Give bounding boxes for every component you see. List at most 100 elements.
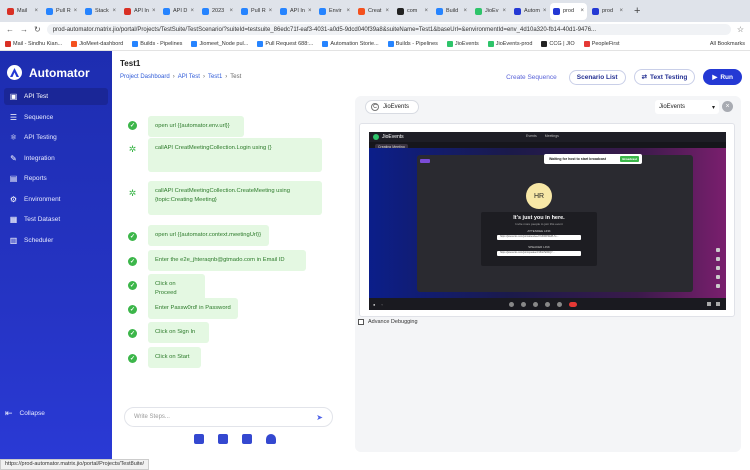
collapse-button[interactable]: ⇤ Collapse — [5, 408, 45, 419]
breadcrumb-api-test[interactable]: API Test — [178, 74, 200, 80]
browser-tab[interactable]: 2023 × — [199, 3, 236, 20]
sidebar-item-sequence[interactable]: ☰ Sequence — [4, 109, 108, 126]
bookmark-item[interactable]: Mail - Sindhu Kian... — [5, 40, 62, 47]
browser-tab[interactable]: API D × — [160, 3, 197, 20]
preview-tab[interactable]: C JioEvents — [365, 100, 419, 114]
bookmark-item[interactable]: JioEvents-prod — [487, 40, 532, 47]
meeting-control-bar: ● ◦ — [369, 298, 726, 310]
bookmark-item[interactable]: CCG | JIO — [541, 40, 575, 47]
advance-debugging-toggle[interactable]: Advance Debugging — [358, 319, 418, 325]
gallery-icon[interactable] — [218, 434, 228, 444]
browser-tab[interactable]: API In × — [121, 3, 158, 20]
run-button[interactable]: ▶ Run — [703, 69, 742, 85]
close-tab-icon[interactable]: × — [112, 8, 116, 14]
bookmark-favicon-icon — [5, 40, 11, 47]
new-tab-button[interactable]: + — [634, 5, 640, 17]
breadcrumb-test1[interactable]: Test1 — [208, 74, 222, 80]
bookmark-favicon-icon — [583, 40, 590, 47]
star-icon[interactable]: ☆ — [737, 25, 744, 34]
browser-tab[interactable]: Pull R × — [238, 3, 275, 20]
forward-icon[interactable]: → — [20, 25, 28, 34]
browser-tab[interactable]: prod × — [589, 3, 626, 20]
close-tab-icon[interactable]: × — [229, 8, 233, 14]
sidebar-item-integration[interactable]: ✎ Integration — [4, 150, 108, 167]
sidebar-item-reports[interactable]: ▤ Reports — [4, 170, 108, 187]
write-steps-input[interactable]: Write Steps... ➤ — [124, 407, 333, 427]
browser-tab[interactable]: Pull R × — [43, 3, 80, 20]
sidebar-item-scheduler[interactable]: ▥ Scheduler — [4, 232, 108, 249]
browser-tab[interactable]: Stack × — [82, 3, 119, 20]
send-icon[interactable]: ➤ — [316, 413, 323, 422]
close-tab-icon[interactable]: × — [580, 8, 584, 14]
environment-select[interactable]: JioEvents ▾ — [655, 100, 719, 114]
browser-tab[interactable]: Creat × — [355, 3, 392, 20]
close-tab-icon[interactable]: × — [152, 8, 156, 14]
sidebar-item-test-dataset[interactable]: ▦ Test Dataset — [4, 211, 108, 228]
image-icon[interactable] — [194, 434, 204, 444]
step-item[interactable]: Enter Passw0rd! in Password — [148, 298, 238, 319]
breadcrumb-project-dashboard[interactable]: Project Dashboard — [120, 74, 170, 80]
bookmark-item[interactable]: Automation Storie... — [322, 40, 379, 47]
sidebar-item-api-test[interactable]: ▣ API Test — [4, 88, 108, 105]
bookmark-item[interactable]: Jiomeet_Node pul... — [191, 40, 248, 47]
step-item[interactable]: open url {{automator.context.meetingUrl}… — [148, 225, 269, 246]
side-control-icon — [716, 275, 720, 279]
bookmark-item[interactable]: Pull Request 688:... — [257, 40, 313, 47]
scenario-list-button[interactable]: Scenario List — [568, 69, 626, 85]
all-bookmarks[interactable]: All Bookmarks — [710, 41, 745, 47]
browser-tab-label: Build — [446, 8, 459, 14]
close-tab-icon[interactable]: × — [385, 8, 389, 14]
close-tab-icon[interactable]: × — [619, 8, 623, 14]
app-logo[interactable]: Automator — [7, 65, 90, 80]
waiting-notice-text: Waiting for host to start broadcast — [549, 157, 607, 161]
close-tab-icon[interactable]: × — [463, 8, 467, 14]
browser-tab[interactable]: API In × — [277, 3, 314, 20]
browser-tab[interactable]: Envir × — [316, 3, 353, 20]
browser-tab[interactable]: Autom × — [511, 3, 548, 20]
step-item[interactable]: callAPI CreatMeetingCollection.Login usi… — [148, 138, 322, 172]
browser-tab-label: Envir — [329, 8, 342, 14]
document-icon[interactable] — [242, 434, 252, 444]
close-tab-icon[interactable]: × — [346, 8, 350, 14]
browser-tab[interactable]: Build × — [433, 3, 470, 20]
side-control-icon — [716, 257, 720, 261]
create-sequence-button[interactable]: Create Sequence — [502, 71, 561, 84]
bookmark-item[interactable]: JioEvents — [446, 40, 479, 47]
favicon-icon — [85, 7, 92, 15]
step-item[interactable]: open url {{automator.env.url}} — [148, 116, 244, 137]
bookmark-item[interactable]: Builds - Pipelines — [387, 40, 438, 47]
check-icon: ✓ — [128, 257, 137, 266]
close-tab-icon[interactable]: × — [543, 8, 547, 14]
close-icon[interactable]: × — [722, 101, 733, 112]
sidebar-item-api-testing[interactable]: ⚛ API Testing — [4, 129, 108, 146]
browser-tab[interactable]: prod × — [550, 2, 587, 20]
url-field[interactable]: prod-automator.matrix.jio/portal/Project… — [46, 24, 731, 35]
step-item[interactable]: callAPI CreatMeetingCollection.CreateMee… — [148, 181, 322, 215]
step-item[interactable]: Click on Start — [148, 347, 201, 368]
back-icon[interactable]: ← — [6, 25, 14, 34]
close-tab-icon[interactable]: × — [269, 8, 273, 14]
browser-tab[interactable]: com × — [394, 3, 431, 20]
bookmark-favicon-icon — [322, 40, 329, 47]
sidebar-item-environment[interactable]: ⚙ Environment — [4, 191, 108, 208]
close-tab-icon[interactable]: × — [502, 8, 506, 14]
bookmark-item[interactable]: Builds - Pipelines — [132, 40, 182, 47]
cloud-icon[interactable] — [266, 434, 276, 444]
close-tab-icon[interactable]: × — [74, 8, 78, 14]
text-testing-button[interactable]: ⇄ Text Testing — [633, 69, 696, 85]
close-tab-icon[interactable]: × — [424, 8, 428, 14]
advance-debugging-checkbox[interactable] — [358, 319, 364, 325]
browser-tab[interactable]: JioEv × — [472, 3, 509, 20]
close-tab-icon[interactable]: × — [190, 8, 194, 14]
reload-icon[interactable]: ↻ — [34, 25, 41, 34]
step-item[interactable]: Enter the e2e_jhteraqnb@gtmado.com in Em… — [148, 250, 306, 271]
bookmark-item[interactable]: JioMeet-dashbord — [71, 40, 123, 47]
call-controls — [509, 301, 577, 307]
close-tab-icon[interactable]: × — [308, 8, 312, 14]
sidebar-item-label: Sequence — [24, 113, 54, 121]
step-item[interactable]: Click on Sign In — [148, 322, 209, 343]
browser-tab[interactable]: Mail × — [4, 3, 41, 20]
close-tab-icon[interactable]: × — [34, 8, 38, 14]
tab-events: Events — [526, 134, 537, 138]
bookmark-item[interactable]: PeopleFirst — [583, 40, 620, 47]
